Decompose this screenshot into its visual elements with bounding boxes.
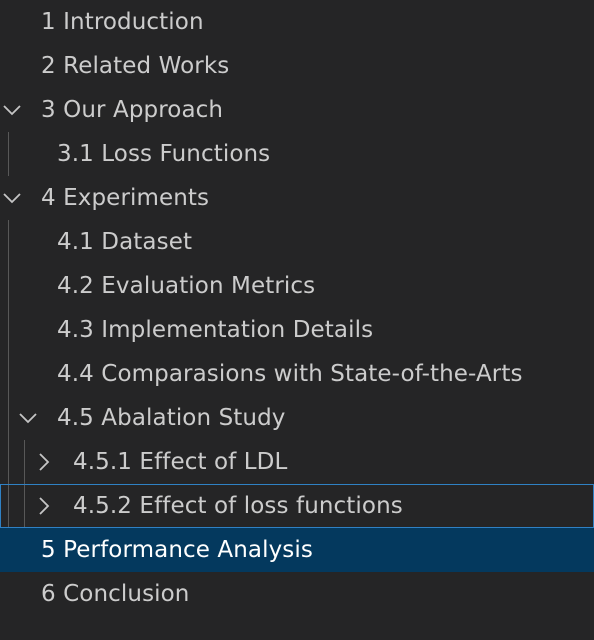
outline-item-related-works[interactable]: 2 Related Works: [0, 44, 594, 88]
outline-item-experiments[interactable]: 4 Experiments: [0, 176, 594, 220]
chevron-right-icon[interactable]: [33, 484, 57, 528]
outline-item-dataset[interactable]: 4.1 Dataset: [0, 220, 594, 264]
outline-item-conclusion[interactable]: 6 Conclusion: [0, 572, 594, 616]
chevron-right-icon[interactable]: [33, 440, 57, 484]
outline-item-label: 4.2 Evaluation Metrics: [57, 273, 316, 299]
outline-item-effect-of-ldl[interactable]: 4.5.1 Effect of LDL: [0, 440, 594, 484]
outline-item-label: 3.1 Loss Functions: [57, 141, 271, 167]
outline-item-label: 5 Performance Analysis: [41, 537, 313, 563]
outline-item-performance-analysis[interactable]: 5 Performance Analysis: [0, 528, 594, 572]
outline-item-comparasions[interactable]: 4.4 Comparasions with State-of-the-Arts: [0, 352, 594, 396]
outline-item-abalation-study[interactable]: 4.5 Abalation Study: [0, 396, 594, 440]
outline-item-implementation-details[interactable]: 4.3 Implementation Details: [0, 308, 594, 352]
outline-item-label: 1 Introduction: [41, 9, 204, 35]
chevron-down-icon[interactable]: [1, 88, 25, 132]
outline-item-evaluation-metrics[interactable]: 4.2 Evaluation Metrics: [0, 264, 594, 308]
outline-item-effect-of-loss-functions[interactable]: 4.5.2 Effect of loss functions: [0, 484, 594, 528]
chevron-down-icon[interactable]: [17, 396, 41, 440]
outline-item-label: 4.4 Comparasions with State-of-the-Arts: [57, 361, 523, 387]
outline-item-label: 4.3 Implementation Details: [57, 317, 374, 343]
outline-item-label: 4.5.2 Effect of loss functions: [73, 493, 403, 519]
outline-item-label: 4.5 Abalation Study: [57, 405, 286, 431]
chevron-down-icon[interactable]: [1, 176, 25, 220]
outline-item-label: 2 Related Works: [41, 53, 230, 79]
outline-item-loss-functions[interactable]: 3.1 Loss Functions: [0, 132, 594, 176]
outline-item-label: 3 Our Approach: [41, 97, 224, 123]
outline-item-our-approach[interactable]: 3 Our Approach: [0, 88, 594, 132]
outline-item-label: 4 Experiments: [41, 185, 210, 211]
outline-item-label: 4.5.1 Effect of LDL: [73, 449, 288, 475]
outline-item-label: 6 Conclusion: [41, 581, 190, 607]
outline-item-introduction[interactable]: 1 Introduction: [0, 0, 594, 44]
outline-item-label: 4.1 Dataset: [57, 229, 193, 255]
outline-tree: 1 Introduction 2 Related Works 3 Our App…: [0, 0, 594, 640]
